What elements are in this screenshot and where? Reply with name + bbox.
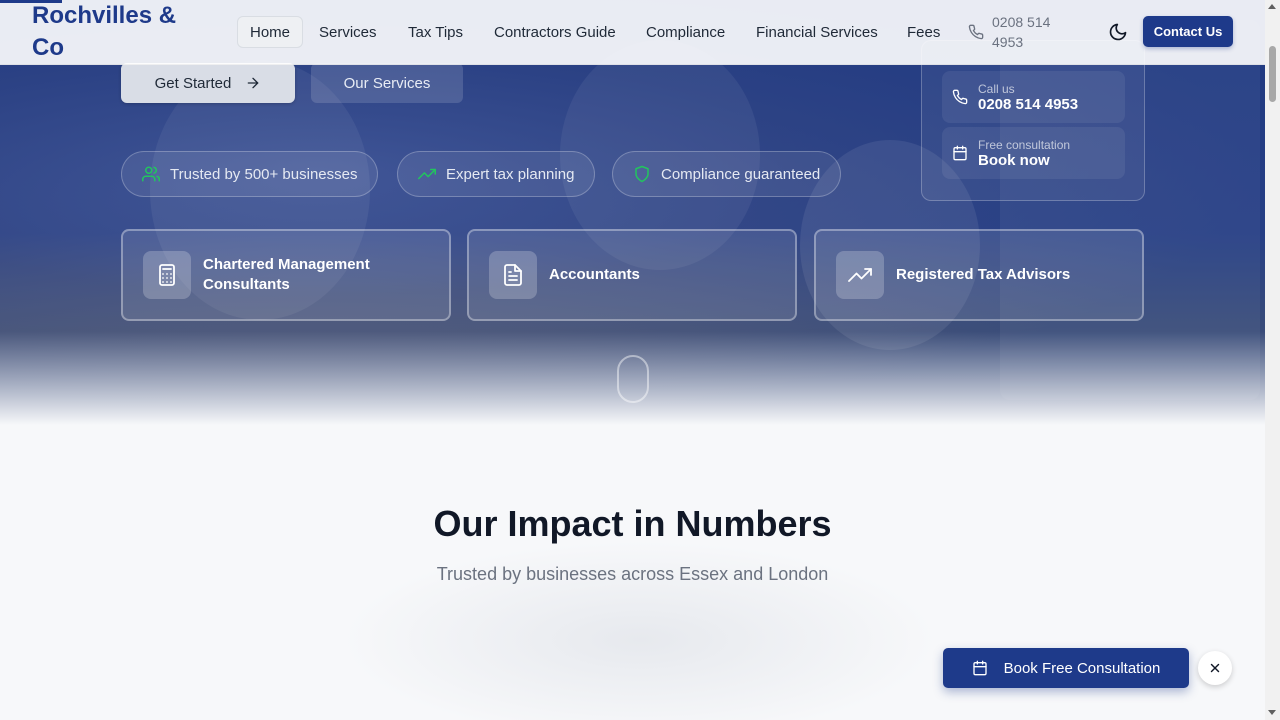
get-started-button[interactable]: Get Started xyxy=(121,63,295,103)
document-icon xyxy=(489,251,537,299)
credential-label: Registered Tax Advisors xyxy=(896,266,1071,283)
nav-item-fees[interactable]: Fees xyxy=(895,16,952,48)
pill-label: Compliance guaranteed xyxy=(661,165,821,183)
page-scrollbar[interactable] xyxy=(1265,0,1280,720)
phone-icon xyxy=(968,24,984,40)
credential-label: Chartered Management Consultants xyxy=(203,256,370,293)
phone-icon xyxy=(952,89,968,105)
trust-pill-compliance: Compliance guaranteed xyxy=(612,151,842,197)
scrollbar-thumb[interactable] xyxy=(1269,46,1276,102)
call-us-caption: Call us xyxy=(978,81,1015,96)
call-us-number: 0208 514 4953 xyxy=(978,95,1079,113)
trending-up-icon xyxy=(418,168,436,180)
call-us-row[interactable]: Call us 0208 514 4953 xyxy=(942,71,1125,123)
pill-label: Expert tax planning xyxy=(446,165,575,183)
our-services-label: Our Services xyxy=(343,74,431,92)
credential-card-tax-advisors: Registered Tax Advisors xyxy=(814,229,1144,321)
impact-section-title: Our Impact in Numbers xyxy=(433,503,832,544)
free-consultation-row[interactable]: Free consultation Book now xyxy=(942,127,1125,179)
users-icon xyxy=(142,166,160,182)
book-free-consultation-button[interactable]: Book Free Consultation xyxy=(943,648,1189,688)
nav-item-services[interactable]: Services xyxy=(307,16,389,48)
scroll-down-indicator[interactable] xyxy=(617,355,649,403)
trust-pill-businesses: Trusted by 500+ businesses xyxy=(121,151,379,197)
close-cta-button[interactable] xyxy=(1198,651,1232,685)
pill-label: Trusted by 500+ businesses xyxy=(170,165,358,183)
impact-section-subtitle: Trusted by businesses across Essex and L… xyxy=(436,564,829,584)
calendar-icon xyxy=(953,145,967,161)
nav-item-financial-services[interactable]: Financial Services xyxy=(744,16,890,48)
contact-us-button[interactable]: Contact Us xyxy=(1143,16,1233,47)
moon-icon[interactable] xyxy=(1108,22,1128,42)
nav-item-contractors-guide[interactable]: Contractors Guide xyxy=(482,16,628,48)
shield-icon xyxy=(635,165,649,183)
nav-item-tax-tips[interactable]: Tax Tips xyxy=(396,16,475,48)
brand-logo[interactable]: Rochvilles & Co xyxy=(32,0,202,64)
nav-phone[interactable]: 0208 514 4953 xyxy=(968,12,1062,52)
close-icon xyxy=(1210,663,1220,673)
scroll-up-arrow-icon[interactable] xyxy=(1268,4,1276,9)
our-services-button[interactable]: Our Services xyxy=(311,63,463,103)
consultation-caption: Free consultation xyxy=(978,137,1071,152)
book-now-link: Book now xyxy=(978,151,1050,169)
trust-pill-tax-planning: Expert tax planning xyxy=(397,151,596,197)
top-navbar: Rochvilles & Co Home Services Tax Tips C… xyxy=(0,0,1265,65)
reading-progress-bar xyxy=(0,0,62,3)
book-consultation-label: Book Free Consultation xyxy=(1003,659,1161,677)
calculator-icon xyxy=(143,251,191,299)
trending-up-icon xyxy=(836,251,884,299)
arrow-right-icon xyxy=(248,77,259,89)
credential-card-cmc: Chartered Management Consultants xyxy=(121,229,451,321)
credential-card-accountants: Accountants xyxy=(467,229,797,321)
credential-label: Accountants xyxy=(549,266,640,283)
nav-item-home[interactable]: Home xyxy=(237,16,304,48)
nav-item-compliance[interactable]: Compliance xyxy=(634,16,737,48)
calendar-icon xyxy=(972,660,987,676)
nav-phone-number: 0208 514 4953 xyxy=(992,14,1051,50)
get-started-label: Get Started xyxy=(154,74,232,92)
scroll-down-arrow-icon[interactable] xyxy=(1268,710,1276,715)
